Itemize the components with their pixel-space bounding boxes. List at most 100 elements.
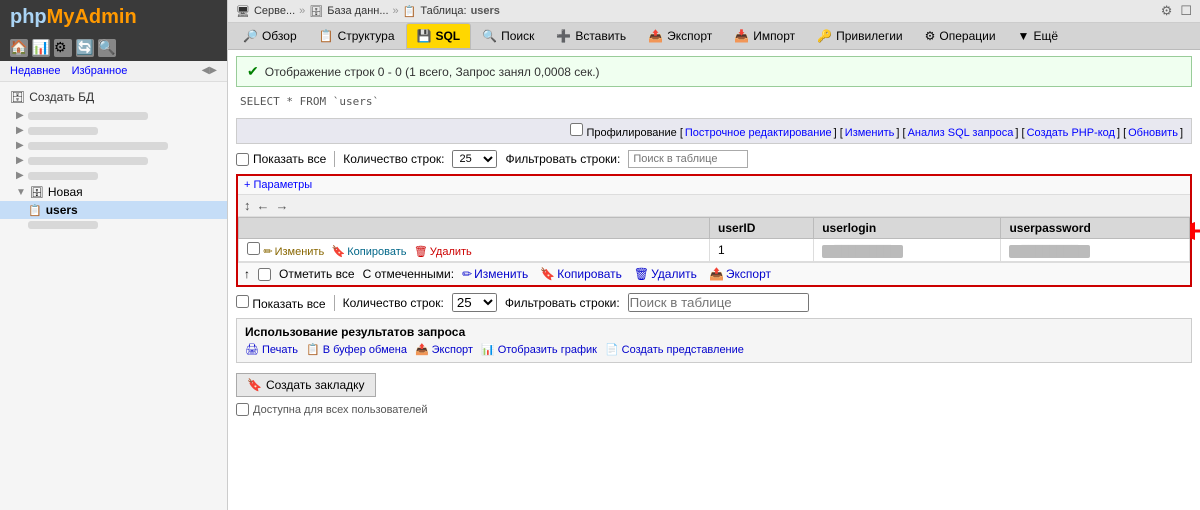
sidebar-db-item-3[interactable]: ▶ [0, 138, 227, 153]
row-select-checkbox[interactable] [247, 242, 260, 255]
edit-row-link[interactable]: ✏ Изменить [263, 245, 324, 258]
success-icon: ✔ [247, 63, 259, 80]
tab-privileges-label: Привилегии [836, 29, 903, 43]
print-link[interactable]: 🖨 Печать [245, 343, 298, 356]
sidebar-db-item-4[interactable]: ▶ [0, 153, 227, 168]
tab-privileges[interactable]: 🔑 Привилегии [806, 23, 914, 49]
tab-more-label: Ещё [1033, 29, 1058, 43]
filter-label: Фильтровать строки: [505, 152, 620, 166]
show-all-bottom-text: Показать все [252, 297, 325, 311]
bottom-delete-link[interactable]: 🗑 Удалить [634, 267, 697, 281]
analyze-link[interactable]: Анализ SQL запроса [908, 127, 1014, 139]
tab-overview[interactable]: 🔎 Обзор [232, 23, 308, 49]
profiling-checkbox[interactable] [570, 123, 583, 136]
accessible-checkbox[interactable] [236, 403, 249, 416]
col-right-icon[interactable]: → [276, 198, 289, 213]
row-userlogin: ████████ [814, 239, 1001, 262]
tab-search-label: Поиск [501, 29, 534, 43]
filter-input[interactable] [628, 150, 748, 168]
tab-search[interactable]: 🔍 Поиск [471, 23, 545, 49]
breadcrumb-server: 🖥 [236, 5, 250, 18]
col-sort-icon[interactable]: ↕ [244, 198, 251, 213]
db-label-blur [28, 172, 98, 180]
view-link[interactable]: 📄 Создать представление [605, 343, 744, 356]
show-all-checkbox[interactable] [236, 153, 249, 166]
export-results-link[interactable]: 📤 Экспорт [415, 343, 473, 356]
controls-row-top: Показать все Количество строк: 25 50 100… [236, 150, 1192, 168]
tab-operations-label: Операции [939, 29, 995, 43]
controls-row-bottom: Показать все Количество строк: 25 50 100… [236, 293, 1192, 312]
select-all-bottom-checkbox[interactable] [258, 268, 271, 281]
breadcrumb-server-text: Серве... [254, 5, 295, 17]
filter-bottom-input[interactable] [628, 293, 809, 312]
col-userpassword[interactable]: userpassword [1001, 218, 1190, 239]
tab-structure-label: Структура [338, 29, 395, 43]
show-all-label: Показать все [236, 152, 326, 166]
sidebar-db-item-6[interactable] [0, 219, 227, 231]
insert-icon: ➕ [556, 29, 571, 43]
row-count-select[interactable]: 25 50 100 [452, 150, 497, 168]
delete-row-link[interactable]: 🗑 Удалить [414, 245, 472, 258]
settings-icon[interactable]: ⚙ [1161, 3, 1173, 19]
sidebar-db-nova[interactable]: ▼ 🗄 Новая [0, 183, 227, 201]
operations-icon: ⚙ [925, 29, 936, 43]
sidebar-db-item-2[interactable]: ▶ [0, 123, 227, 138]
col-userid[interactable]: userID [710, 218, 814, 239]
bottom-export-link[interactable]: 📤 Экспорт [709, 267, 771, 281]
create-db-button[interactable]: 🗄 Создать БД [0, 86, 227, 108]
tab-operations[interactable]: ⚙ Операции [914, 23, 1007, 49]
col-left-icon[interactable]: ← [257, 198, 270, 213]
copy-row-link[interactable]: 🔖 Копировать [332, 245, 407, 258]
breadcrumb-table-label: Таблица: [420, 5, 466, 17]
users-label: users [46, 203, 78, 217]
bookmark-icon: 🔖 [247, 378, 262, 392]
options-bar: Профилирование [Построчное редактировани… [236, 118, 1192, 144]
clipboard-link[interactable]: 📋 В буфер обмена [306, 343, 407, 356]
monitor-icon[interactable]: ☐ [1180, 3, 1192, 19]
recent-link[interactable]: Недавнее [10, 65, 61, 77]
breadcrumb-table-name: users [471, 5, 500, 17]
sidebar-db-item-5[interactable]: ▶ [0, 168, 227, 183]
sidebar-item-users[interactable]: 📋 users [0, 201, 227, 219]
create-bookmark-button[interactable]: 🔖 Создать закладку [236, 373, 376, 397]
tab-insert[interactable]: ➕ Вставить [545, 23, 637, 49]
sidebar: phpMyAdmin 🏠 📊 ⚙ 🔄 🔍 Недавнее Избранное … [0, 0, 228, 510]
overview-icon: 🔎 [243, 29, 258, 43]
divider [334, 151, 335, 167]
breadcrumb: 🖥 Серве... » 🗄 База данн... » 📋 Таблица:… [236, 5, 500, 18]
with-selected-label: С отмеченными: [363, 267, 455, 281]
toolbar: 🔎 Обзор 📋 Структура 💾 SQL 🔍 Поиск ➕ Вста… [228, 23, 1200, 50]
tab-more[interactable]: ▼ Ещё [1007, 23, 1069, 49]
sql-query-display: SELECT * FROM `users` [236, 93, 1192, 110]
use-results-links: 🖨 Печать 📋 В буфер обмена 📤 Экспорт 📊 От… [245, 343, 1183, 356]
params-link[interactable]: + Параметры [238, 176, 1190, 195]
structure-icon: 📋 [319, 29, 334, 43]
bottom-edit-link[interactable]: ✏ Изменить [462, 267, 528, 281]
refresh-link[interactable]: Обновить [1128, 127, 1178, 139]
content-area: ✔ Отображение строк 0 - 0 (1 всего, Запр… [228, 50, 1200, 510]
tab-sql[interactable]: 💾 SQL [406, 23, 472, 49]
tab-structure[interactable]: 📋 Структура [308, 23, 406, 49]
favorites-link[interactable]: Избранное [72, 65, 128, 77]
col-userlogin[interactable]: userlogin [814, 218, 1001, 239]
profiling-label: Профилирование [586, 127, 676, 139]
inline-edit-link[interactable]: Построчное редактирование [685, 127, 832, 139]
edit-link[interactable]: Изменить [845, 127, 895, 139]
show-all-text: Показать все [253, 152, 326, 166]
tab-import[interactable]: 📥 Импорт [723, 23, 806, 49]
php-code-link[interactable]: Создать PHP-код [1027, 127, 1115, 139]
sidebar-scroll: 🗄 Создать БД ▶ ▶ ▶ ▶ ▶ ▼ 🗄 Новая [0, 82, 227, 510]
col-checkbox [239, 218, 710, 239]
tab-export[interactable]: 📤 Экспорт [637, 23, 723, 49]
table-header-row: userID userlogin userpassword [239, 218, 1190, 239]
sql-icon: 💾 [417, 29, 432, 43]
row-count-bottom-select[interactable]: 25 50 100 [452, 293, 497, 312]
accessible-text: Доступна для всех пользователей [253, 404, 428, 416]
column-controls: ↕ ← → [238, 195, 1190, 217]
bottom-copy-link[interactable]: 🔖 Копировать [540, 267, 622, 281]
chart-link[interactable]: 📊 Отобразить график [481, 343, 597, 356]
use-results-section: Использование результатов запроса 🖨 Печа… [236, 318, 1192, 363]
show-all-bottom-checkbox[interactable] [236, 295, 249, 308]
sidebar-db-item-1[interactable]: ▶ [0, 108, 227, 123]
export-icon: 📤 [648, 29, 663, 43]
